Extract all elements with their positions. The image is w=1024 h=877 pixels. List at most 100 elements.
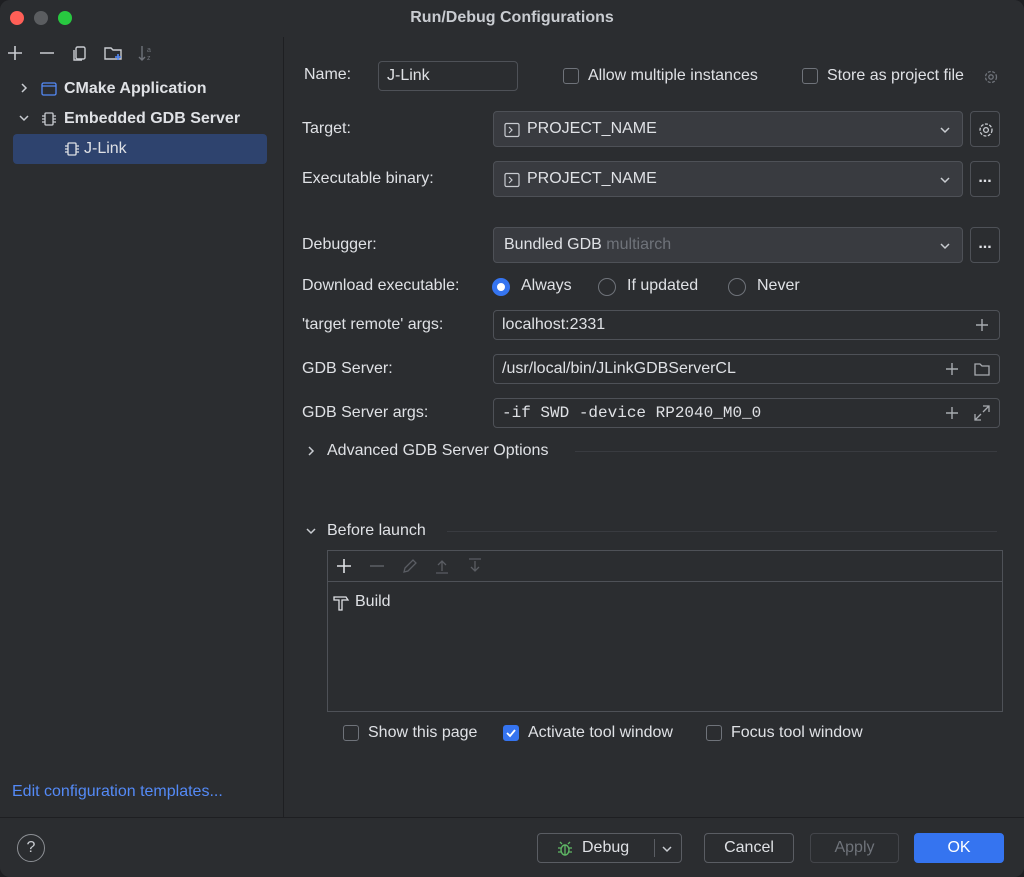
ellipsis-icon: ... [978,169,992,186]
download-always-radio[interactable] [492,278,510,296]
store-as-project-file-checkbox[interactable] [802,68,818,84]
help-button[interactable]: ? [17,834,45,862]
chevron-down-icon[interactable] [18,112,30,124]
before-launch-panel: Build [327,550,1003,712]
debugger-combo[interactable]: Bundled GDB multiarch [493,227,963,263]
debugger-value: Bundled GDB multiarch [504,236,671,254]
section-divider [447,531,997,532]
target-value: PROJECT_NAME [527,120,657,137]
apply-button[interactable]: Apply [810,833,899,863]
new-folder-icon[interactable] [103,43,123,63]
tree-item-j-link[interactable]: J-Link [13,134,267,164]
before-launch-toolbar [328,551,1002,582]
terminal-icon [504,122,520,138]
chevron-right-icon[interactable] [305,445,317,457]
download-if-updated-radio[interactable] [598,278,616,296]
executable-binary-combo[interactable]: PROJECT_NAME [493,161,963,197]
remove-icon[interactable] [37,43,57,63]
target-settings-button[interactable] [970,111,1000,147]
add-icon[interactable] [335,557,353,575]
debug-button-label: Debug [582,839,630,856]
section-divider [575,451,997,452]
allow-multiple-instances-label: Allow multiple instances [588,67,758,84]
tree-item-label: J-Link [84,140,127,157]
edit-configuration-templates-link[interactable]: Edit configuration templates... [12,783,223,801]
debug-bug-icon [558,841,572,856]
chip-icon [65,142,79,156]
title-bar: Run/Debug Configurations [0,0,1024,37]
debugger-browse-button[interactable]: ... [970,227,1000,263]
download-always-label: Always [521,277,572,294]
add-icon[interactable] [943,404,961,422]
debugger-label: Debugger: [302,236,377,253]
terminal-icon [504,172,520,188]
expand-icon[interactable] [973,404,991,422]
cancel-button[interactable]: Cancel [704,833,794,863]
advanced-gdb-server-options-toggle[interactable]: Advanced GDB Server Options [327,442,548,460]
debug-split-button[interactable]: Debug [537,833,682,863]
target-remote-args-field[interactable]: localhost:2331 [493,310,1000,340]
gdb-server-args-field[interactable]: -if SWD -device RP2040_M0_0 [493,398,1000,428]
executable-binary-label: Executable binary: [302,170,434,187]
remove-icon[interactable] [368,557,386,575]
name-value: J-Link [387,67,430,84]
chevron-down-icon [940,177,950,184]
list-item[interactable]: Build [328,589,1002,615]
target-label: Target: [302,120,351,137]
tree-item-embedded-gdb-server[interactable]: Embedded GDB Server [13,104,267,134]
name-field[interactable]: J-Link [378,61,518,91]
chevron-down-icon [940,127,950,134]
copy-icon[interactable] [70,43,90,63]
show-this-page-checkbox[interactable] [343,725,359,741]
gdb-server-label: GDB Server: [302,360,393,377]
dialog-footer: ? Debug Cancel Apply OK [0,817,1024,877]
gdb-server-value: /usr/local/bin/JLinkGDBServerCL [502,360,736,377]
edit-pencil-icon[interactable] [401,557,419,575]
gdb-server-field[interactable]: /usr/local/bin/JLinkGDBServerCL [493,354,1000,384]
ellipsis-icon: ... [978,235,992,252]
add-icon[interactable] [973,316,991,334]
tree-item-cmake-application[interactable]: CMake Application [13,74,267,104]
target-remote-args-value: localhost:2331 [502,316,606,333]
settings-gear-icon[interactable] [982,68,1000,86]
executable-binary-value: PROJECT_NAME [527,170,657,187]
chevron-down-icon[interactable] [305,525,317,537]
target-combo[interactable]: PROJECT_NAME [493,111,963,147]
store-as-project-file-label: Store as project file [827,67,964,84]
debugger-name: Bundled GDB [504,236,602,253]
move-up-icon[interactable] [433,557,451,575]
sort-icon[interactable]: az [136,43,156,63]
build-hammer-icon [333,596,350,611]
allow-multiple-instances-checkbox[interactable] [563,68,579,84]
tree-item-label: CMake Application [64,80,207,97]
add-icon[interactable] [5,43,25,63]
folder-icon[interactable] [973,360,991,378]
checkmark-icon [506,729,516,738]
download-executable-label: Download executable: [302,277,460,294]
chevron-down-icon[interactable] [660,842,674,856]
tree-item-label: Embedded GDB Server [64,110,241,127]
before-launch-item-label: Build [355,593,391,610]
add-icon[interactable] [943,360,961,378]
svg-text:a: a [147,47,151,54]
window-title: Run/Debug Configurations [410,9,614,26]
gdb-server-args-label: GDB Server args: [302,404,429,421]
chevron-right-icon[interactable] [18,82,30,94]
before-launch-toggle[interactable]: Before launch [327,522,426,540]
move-down-icon[interactable] [466,557,484,575]
chevron-down-icon [940,243,950,250]
debugger-suffix: multiarch [606,236,672,253]
svg-text:z: z [147,55,151,62]
cmake-app-icon [41,82,57,96]
run-debug-dialog: Run/Debug Configurations az CMake Applic… [0,0,1024,877]
activate-tool-window-checkbox[interactable] [503,725,519,741]
split-divider [654,839,655,857]
ok-button[interactable]: OK [914,833,1004,863]
target-remote-args-label: 'target remote' args: [302,316,444,333]
executable-browse-button[interactable]: ... [970,161,1000,197]
show-this-page-label: Show this page [368,724,478,741]
chip-icon [42,112,56,126]
download-never-radio[interactable] [728,278,746,296]
focus-tool-window-checkbox[interactable] [706,725,722,741]
activate-tool-window-label: Activate tool window [528,724,673,741]
